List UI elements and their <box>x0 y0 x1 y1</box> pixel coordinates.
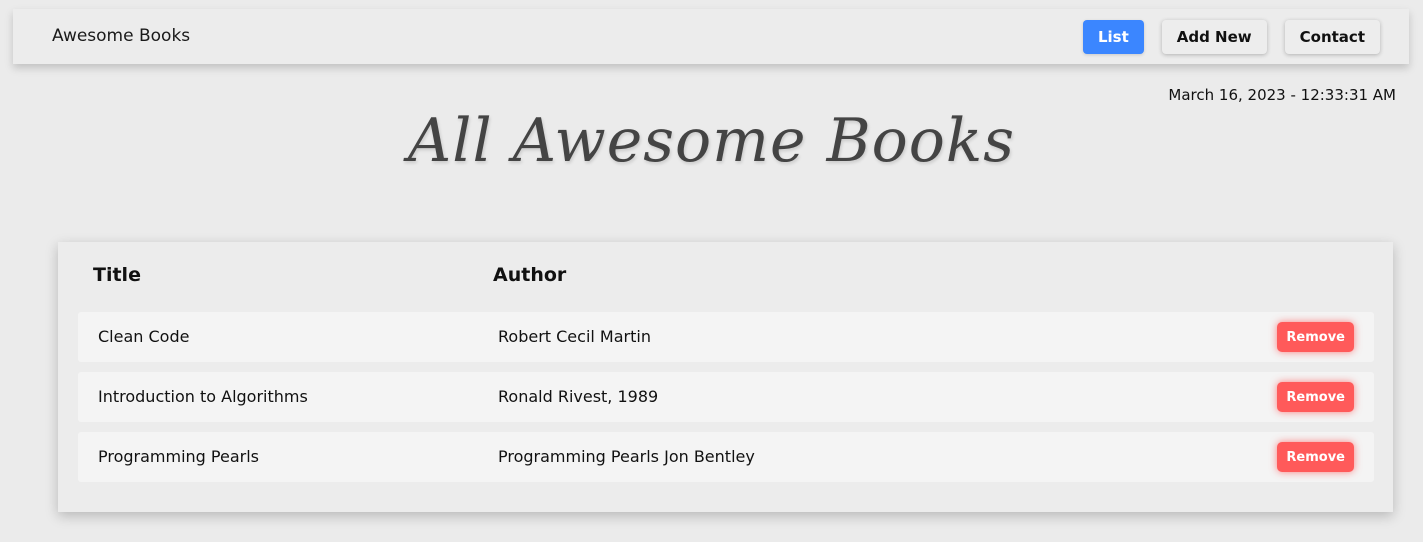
book-author: Ronald Rivest, 1989 <box>498 387 659 406</box>
nav-contact-button[interactable]: Contact <box>1284 20 1380 54</box>
book-title: Programming Pearls <box>98 447 260 466</box>
book-row: Programming Pearls Programming Pearls Jo… <box>78 432 1374 482</box>
current-datetime: March 16, 2023 - 12:33:31 AM <box>1168 86 1396 104</box>
books-list-card: Title Author Clean Code Robert Cecil Mar… <box>58 242 1393 512</box>
book-author: Robert Cecil Martin <box>498 327 651 346</box>
nav-menu: List Add New Contact <box>1082 20 1380 54</box>
book-row: Introduction to Algorithms Ronald Rivest… <box>78 372 1374 422</box>
book-author: Programming Pearls Jon Bentley <box>498 447 755 466</box>
table-header: Title Author <box>58 264 1393 292</box>
remove-book-button[interactable]: Remove <box>1277 382 1354 412</box>
nav-add-new-button[interactable]: Add New <box>1161 20 1267 54</box>
navbar: Awesome Books List Add New Contact <box>13 9 1409 64</box>
book-row: Clean Code Robert Cecil Martin Remove <box>78 312 1374 362</box>
page-title: All Awesome Books <box>407 106 1016 176</box>
column-header-title: Title <box>93 264 141 286</box>
brand-logo-text[interactable]: Awesome Books <box>52 9 190 64</box>
nav-list-button[interactable]: List <box>1082 20 1144 54</box>
remove-book-button[interactable]: Remove <box>1277 322 1354 352</box>
book-title: Clean Code <box>98 327 190 346</box>
remove-book-button[interactable]: Remove <box>1277 442 1354 472</box>
column-header-author: Author <box>493 264 567 286</box>
book-title: Introduction to Algorithms <box>98 387 308 406</box>
